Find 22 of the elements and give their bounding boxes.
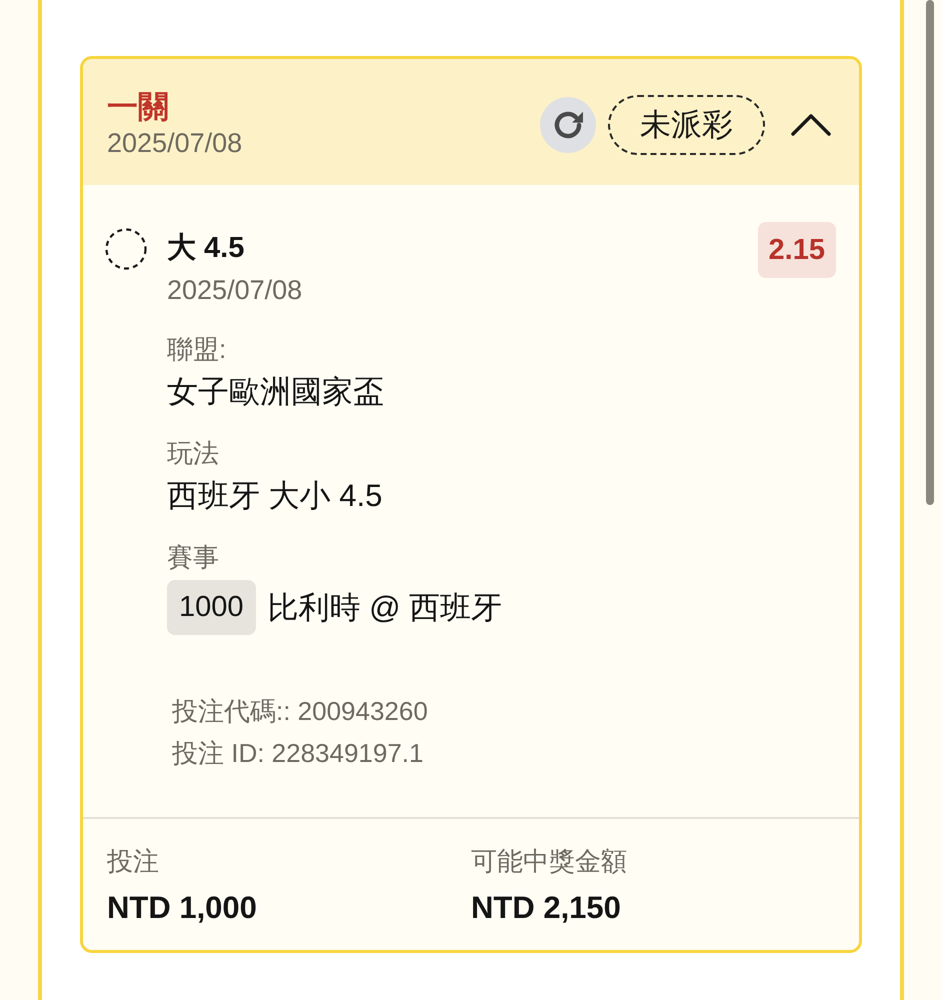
detail-label: 賽事 xyxy=(167,541,220,574)
event-code-tag: 1000 xyxy=(167,580,256,635)
chevron-up-icon xyxy=(791,114,831,136)
bet-date: 2025/07/08 xyxy=(107,127,242,160)
summary-label: 可能中獎金額 xyxy=(471,845,628,878)
detail-label: 玩法 xyxy=(167,437,220,470)
summary-label: 投注 xyxy=(107,845,160,878)
selection-name: 大 4.5 xyxy=(167,231,246,266)
selection-date: 2025/07/08 xyxy=(167,274,304,307)
detail-value: 女子歐洲國家盃 xyxy=(167,373,385,411)
status-badge: 未派彩 xyxy=(608,95,765,155)
detail-label: 聯盟: xyxy=(167,333,228,366)
odds-badge: 2.15 xyxy=(758,222,836,278)
detail-value: 西班牙 大小 4.5 xyxy=(167,477,384,515)
bet-type-title: 一關 xyxy=(107,89,170,125)
summary-amount: NTD 2,150 xyxy=(471,889,622,927)
dashed-circle-icon xyxy=(105,228,147,270)
event-name: 比利時 @ 西班牙 xyxy=(268,588,502,626)
summary-amount: NTD 1,000 xyxy=(107,889,258,927)
bet-reference: 投注代碼:: 200943260 xyxy=(172,695,429,728)
bet-reference: 投注 ID: 228349197.1 xyxy=(172,737,424,770)
scrollbar-thumb[interactable] xyxy=(926,0,934,505)
